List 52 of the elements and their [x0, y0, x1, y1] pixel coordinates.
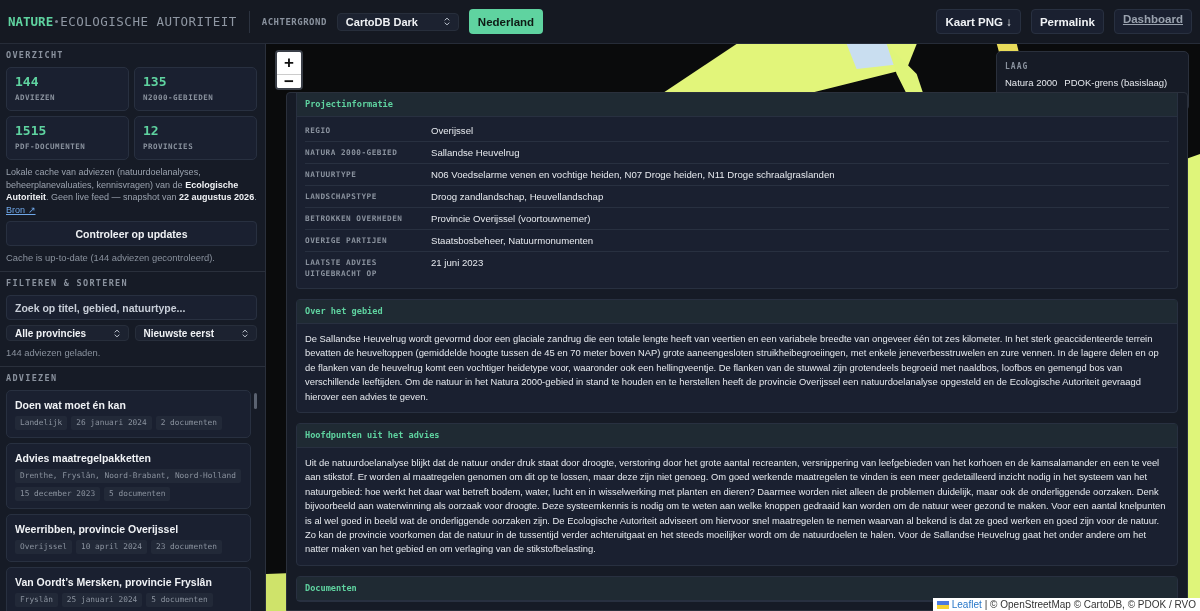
search-field[interactable]: Zoek op titel, gebied, natuurtype...	[6, 295, 257, 320]
header-button[interactable]: Permalink	[1030, 9, 1104, 34]
region-button[interactable]: Nederland	[468, 9, 544, 34]
updown-icon	[242, 328, 248, 338]
card-title: Hoofdpunten uit het advies	[297, 424, 1177, 449]
stat-value: 135	[143, 74, 168, 89]
updown-icon	[443, 17, 450, 26]
flag-icon	[936, 600, 949, 609]
background-label: ACHTERGROND	[261, 16, 327, 27]
brand-name: NATURE	[8, 14, 54, 29]
legend-item: Natura 2000	[1005, 77, 1058, 88]
advice-title: Advies maatregelpakketten	[15, 452, 152, 464]
section-title: OVERZICHT	[6, 50, 65, 60]
stat-value: 12	[143, 123, 160, 138]
field-value: 21 juni 2023	[431, 257, 484, 270]
loaded-count: 144 adviezen geladen.	[6, 347, 102, 358]
leaflet-link[interactable]: Leaflet	[951, 599, 982, 610]
field-value: Provincie Overijssel (voortouwnemer)	[431, 213, 591, 224]
advice-title: Weerribben, provincie Overijssel	[15, 523, 180, 535]
description-text: Lokale cache van adviezen (natuurdoelanalyses, beheerplanevaluaties, kennisvragen) van de Ecologische Autoriteit. Geen live feed — snapshot van 22 augustus 2026. Bron ↗	[6, 166, 257, 216]
field-value: Droog zandlandschap, Heuvellandschap	[431, 191, 604, 202]
field-value: N06 Voedselarme venen en vochtige heiden, N07 Droge heiden, N11 Droge schraalgraslanden	[431, 169, 835, 180]
updown-icon	[113, 328, 120, 338]
legend-item: PDOK-grens (basislaag)	[1064, 77, 1168, 88]
dashboard-link[interactable]: Dashboard	[1113, 9, 1192, 34]
zoom-in-button[interactable]: +	[277, 52, 301, 75]
card-title: Over het gebied	[297, 300, 1177, 324]
source-link[interactable]: Bron ↗	[6, 204, 36, 215]
stat-value: 144	[15, 74, 40, 89]
section-title: ADVIEZEN	[6, 373, 59, 383]
province-select[interactable]: Alle provincies	[6, 325, 129, 341]
background-select[interactable]: CartoDB Dark	[336, 12, 459, 31]
field-value: Sallandse Heuvelrug	[431, 147, 520, 158]
advice-title: Van Oordt’s Mersken, provincie Fryslân	[15, 576, 213, 588]
brand-subtitle: ECOLOGISCHE AUTORITEIT	[60, 14, 237, 29]
sort-select[interactable]: Nieuwste eerst	[134, 325, 257, 341]
attribution-text: | © OpenStreetMap © CartoDB, © PDOK / RVO	[984, 599, 1196, 610]
legend-title: LAAG	[1005, 62, 1030, 71]
card-title: Projectinformatie	[297, 93, 1177, 117]
scrollbar[interactable]	[254, 393, 257, 409]
advice-title: Doen wat moet én kan	[15, 399, 127, 411]
field-value: Overijssel	[431, 125, 474, 136]
separator-dot-icon	[55, 20, 59, 23]
stat-value: 1515	[15, 123, 48, 138]
update-button[interactable]: Controleer op updates	[6, 221, 257, 246]
card-title: Documenten	[297, 576, 1177, 601]
paragraph: De Sallandse Heuvelrug wordt gevormd door een glaciale zandrug die een totale lengte heeft van veertien en een variabele breedte van ongeveer één tot zes kilometer. In het sterk geaccidenteerde terrein bevatten de heuveltoppen (gemiddelde hoogte tussen de 45 en 70 meter boven NAP) grote aaneengesloten struikheibegroeiingen, met enkele jeneverbesstruwelen en zure vennen. In de lagere delen en op de flanken van de heuvelrug komt een vochtiger heidetype voor, waaronder ook een hellingveentje. De flanken van de stuwwal zijn grotendeels begroeid met naaldbos, loofbos en gemengd bos van verschillende leeftijden. Om de natuur in het Natura 2000-gebied in stand te houden en te herstellen heeft de provincie Overijssel een natuurdoelanalyse opgesteld en de Ecologische Autoriteit gevraagd hierover een advies te geven.	[304, 332, 1160, 404]
paragraph: Uit de natuurdoelanalyse blijkt dat de natuur onder druk staat door droogte, verstoring door het grote aantal recreanten, versnippering van leefgebieden van het korhoen en de kamsalamander en een te veel aan stikstof. Er worden al maatregelen genomen om dit op te lossen, maar deze zijn niet genoeg. Om goed werkende maatregelen te vinden is een meer gedetailleerd inzicht nodig in het systeem van het natuurgebied: hoe werkt het daar wat betreft bodem, water, lucht en in wisselwerking met planten en dieren? Daarmee worden niet alleen de problemen duidelijk, maar ook de onderliggende oorzaken. Denk bijvoorbeeld aan waterwinning als oorzaak voor droogte. Deze systeemkennis is nodig om te weten aan welke knoppen gedraaid kan worden om de natuur weer gezond te maken. Voor een aantal knelpunten is al wel goed in beeld wat de onderliggende oorzaken zijn. De Ecologische Autoriteit adviseert om hiervoor snel maatregelen te nemen waarvan al bekend is dat ze goed werken en goed zijn voor de natuur. Zo kan de provincie voorkomen dat de natuur in de tussentijd verder achteruitgaat en het steeds moeilijker wordt om de natuurdoelen te halen. Voor de Sallandse Heuvelrug gaat het onder andere om het natter maken van het gebied en om verlaging van de stikstofbelasting.	[304, 456, 1167, 557]
header-button[interactable]: Kaart PNG ↓	[936, 9, 1021, 34]
section-title: FILTEREN & SORTEREN	[6, 278, 129, 288]
field-value: Staatsbosbeheer, Natuurmonumenten	[431, 235, 594, 246]
cache-status: Cache is up-to-date (144 adviezen gecontroleerd).	[6, 252, 216, 263]
